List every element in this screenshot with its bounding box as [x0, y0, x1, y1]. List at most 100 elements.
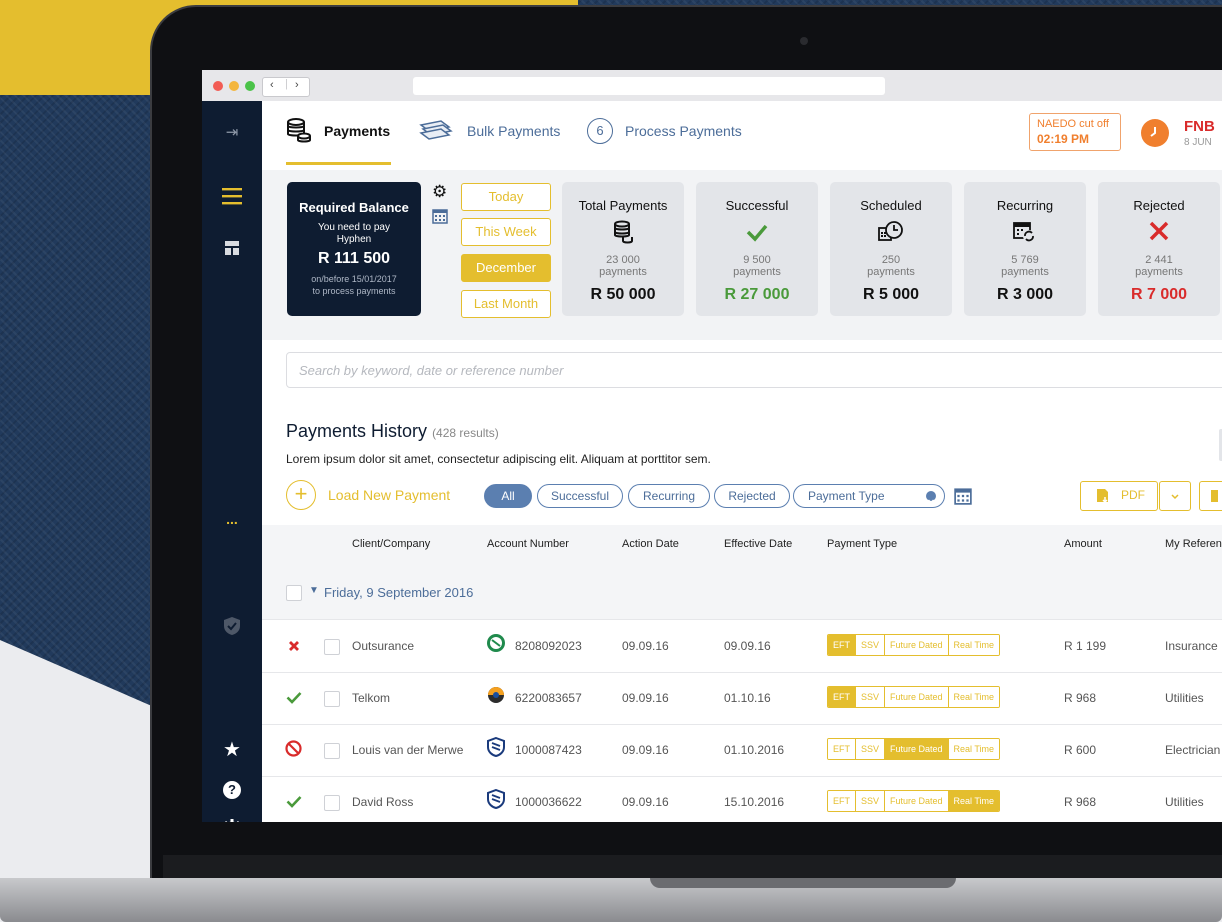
- type-real-time[interactable]: Real Time: [948, 739, 1000, 759]
- star-icon[interactable]: ★: [202, 737, 262, 762]
- sidebar: ⇥ ... ★ ?: [202, 101, 262, 822]
- more-icon[interactable]: ...: [202, 511, 262, 527]
- calendar-icon[interactable]: [432, 208, 448, 229]
- payment-type-select[interactable]: Payment Type: [793, 484, 945, 508]
- naedo-cutoff-box: NAEDO cut off 02:19 PM: [1029, 113, 1121, 151]
- type-ssv[interactable]: SSV: [856, 635, 886, 655]
- stat-scheduled[interactable]: Scheduled 250 payments R 5 000: [830, 182, 952, 316]
- type-eft[interactable]: EFT: [828, 739, 856, 759]
- type-future-dated[interactable]: Future Dated: [885, 687, 949, 707]
- export-dropdown-button[interactable]: [1159, 481, 1191, 511]
- col-effective-date[interactable]: Effective Date: [724, 538, 792, 550]
- stat-successful[interactable]: Successful 9 500 payments R 27 000: [696, 182, 818, 316]
- caret-down-icon[interactable]: ▼: [309, 585, 319, 596]
- period-today-button[interactable]: Today: [461, 183, 551, 211]
- gear-icon[interactable]: ⚙: [432, 182, 447, 202]
- logout-icon[interactable]: ⇥: [202, 123, 262, 141]
- col-my-reference[interactable]: My Referenc: [1165, 538, 1222, 550]
- col-payment-type[interactable]: Payment Type: [827, 538, 897, 550]
- filter-successful-chip[interactable]: Successful: [537, 484, 623, 508]
- table-row[interactable]: Telkom 6220083657 09.09.16 01.10.16 EFT …: [262, 672, 1222, 725]
- row-effective-date: 15.10.2016: [724, 795, 785, 809]
- required-balance-line4: to process payments: [312, 286, 396, 296]
- type-future-dated[interactable]: Future Dated: [885, 635, 949, 655]
- laptop-base: [0, 878, 1222, 922]
- coins-icon: [562, 220, 684, 246]
- table-row[interactable]: Louis van der Merwe 1000087423 09.09.16 …: [262, 724, 1222, 777]
- col-account-number[interactable]: Account Number: [487, 538, 569, 550]
- type-real-time[interactable]: Real Time: [948, 687, 1000, 707]
- row-checkbox[interactable]: [324, 743, 340, 759]
- address-bar[interactable]: [413, 77, 885, 95]
- pdf-label: PDF: [1121, 488, 1145, 502]
- filter-recurring-chip[interactable]: Recurring: [628, 484, 710, 508]
- stat-recurring[interactable]: Recurring 5 769 payments R 3 000: [964, 182, 1086, 316]
- col-action-date[interactable]: Action Date: [622, 538, 679, 550]
- col-amount[interactable]: Amount: [1064, 538, 1102, 550]
- search-input[interactable]: [287, 353, 1201, 387]
- date-filter-calendar-icon[interactable]: [954, 487, 972, 510]
- type-ssv[interactable]: SSV: [856, 687, 886, 707]
- stat-total-payments[interactable]: Total Payments 23 000 payments R 50 000: [562, 182, 684, 316]
- period-december-button[interactable]: December: [461, 254, 551, 282]
- payment-type-toggle[interactable]: EFT SSV Future Dated Real Time: [827, 790, 1001, 812]
- summary-panel: Required Balance You need to pay Hyphen …: [262, 170, 1222, 340]
- filter-rejected-chip[interactable]: Rejected: [714, 484, 790, 508]
- forward-arrow-icon[interactable]: ›: [295, 79, 299, 91]
- dashboard-icon[interactable]: [202, 241, 262, 260]
- settings-gear-icon[interactable]: [202, 819, 262, 822]
- filter-all-chip[interactable]: All: [484, 484, 532, 508]
- type-real-time[interactable]: Real Time: [948, 791, 1000, 811]
- stat-amount: R 7 000: [1130, 286, 1188, 303]
- payment-type-toggle[interactable]: EFT SSV Future Dated Real Time: [827, 686, 1001, 708]
- stat-unit: payments: [867, 266, 915, 278]
- row-checkbox[interactable]: [324, 795, 340, 811]
- pdf-export-button[interactable]: PDF: [1080, 481, 1158, 511]
- top-tabs: Payments Bulk Payments 6 Process Payment…: [262, 101, 1222, 165]
- row-client: Telkom: [352, 691, 391, 705]
- type-eft[interactable]: EFT: [828, 635, 856, 655]
- load-new-payment-button[interactable]: + Load New Payment: [286, 480, 486, 512]
- stat-count: 250: [881, 254, 901, 266]
- type-ssv[interactable]: SSV: [856, 739, 886, 759]
- table-row[interactable]: Outsurance 8208092023 09.09.16 09.09.16 …: [262, 620, 1222, 673]
- row-amount: R 968: [1064, 795, 1097, 809]
- group-checkbox[interactable]: [286, 585, 302, 601]
- main-content: Payments Bulk Payments 6 Process Payment…: [262, 101, 1222, 822]
- outsurance-logo-icon: [487, 634, 505, 652]
- export-secondary-button[interactable]: [1199, 481, 1222, 511]
- shield-check-icon[interactable]: [202, 617, 262, 640]
- minimize-window-dot[interactable]: [229, 81, 239, 91]
- payment-type-toggle[interactable]: EFT SSV Future Dated Real Time: [827, 738, 1001, 760]
- menu-icon[interactable]: [202, 187, 262, 207]
- stat-unit: payments: [1135, 266, 1183, 278]
- maximize-window-dot[interactable]: [245, 81, 255, 91]
- bank-name[interactable]: FNB: [1184, 118, 1215, 135]
- row-checkbox[interactable]: [324, 639, 340, 655]
- clock-icon[interactable]: [1141, 119, 1169, 147]
- type-eft[interactable]: EFT: [828, 791, 856, 811]
- help-icon[interactable]: ?: [202, 781, 262, 799]
- type-real-time[interactable]: Real Time: [948, 635, 1000, 655]
- stat-label: Successful: [725, 198, 789, 213]
- close-window-dot[interactable]: [213, 81, 223, 91]
- period-last-month-button[interactable]: Last Month: [461, 290, 551, 318]
- type-eft[interactable]: EFT: [828, 687, 856, 707]
- stat-rejected[interactable]: Rejected 2 441 payments R 7 000: [1098, 182, 1220, 316]
- stat-count: 23 000: [606, 254, 640, 266]
- row-checkbox[interactable]: [324, 691, 340, 707]
- type-future-dated[interactable]: Future Dated: [885, 739, 949, 759]
- payment-type-toggle[interactable]: EFT SSV Future Dated Real Time: [827, 634, 1001, 656]
- type-ssv[interactable]: SSV: [856, 791, 886, 811]
- stat-label: Scheduled: [860, 198, 922, 213]
- col-client[interactable]: Client/Company: [352, 538, 430, 550]
- table-row[interactable]: David Ross 1000036622 09.09.16 15.10.201…: [262, 776, 1222, 822]
- export-icon: [1211, 490, 1218, 502]
- row-action-date: 09.09.16: [622, 691, 669, 705]
- required-balance-card: Required Balance You need to pay Hyphen …: [287, 182, 421, 316]
- type-future-dated[interactable]: Future Dated: [885, 791, 949, 811]
- x-icon: [1098, 220, 1220, 246]
- period-this-week-button[interactable]: This Week: [461, 218, 551, 246]
- tab-payments-label: Payments: [324, 123, 391, 139]
- back-arrow-icon[interactable]: ‹: [270, 79, 274, 91]
